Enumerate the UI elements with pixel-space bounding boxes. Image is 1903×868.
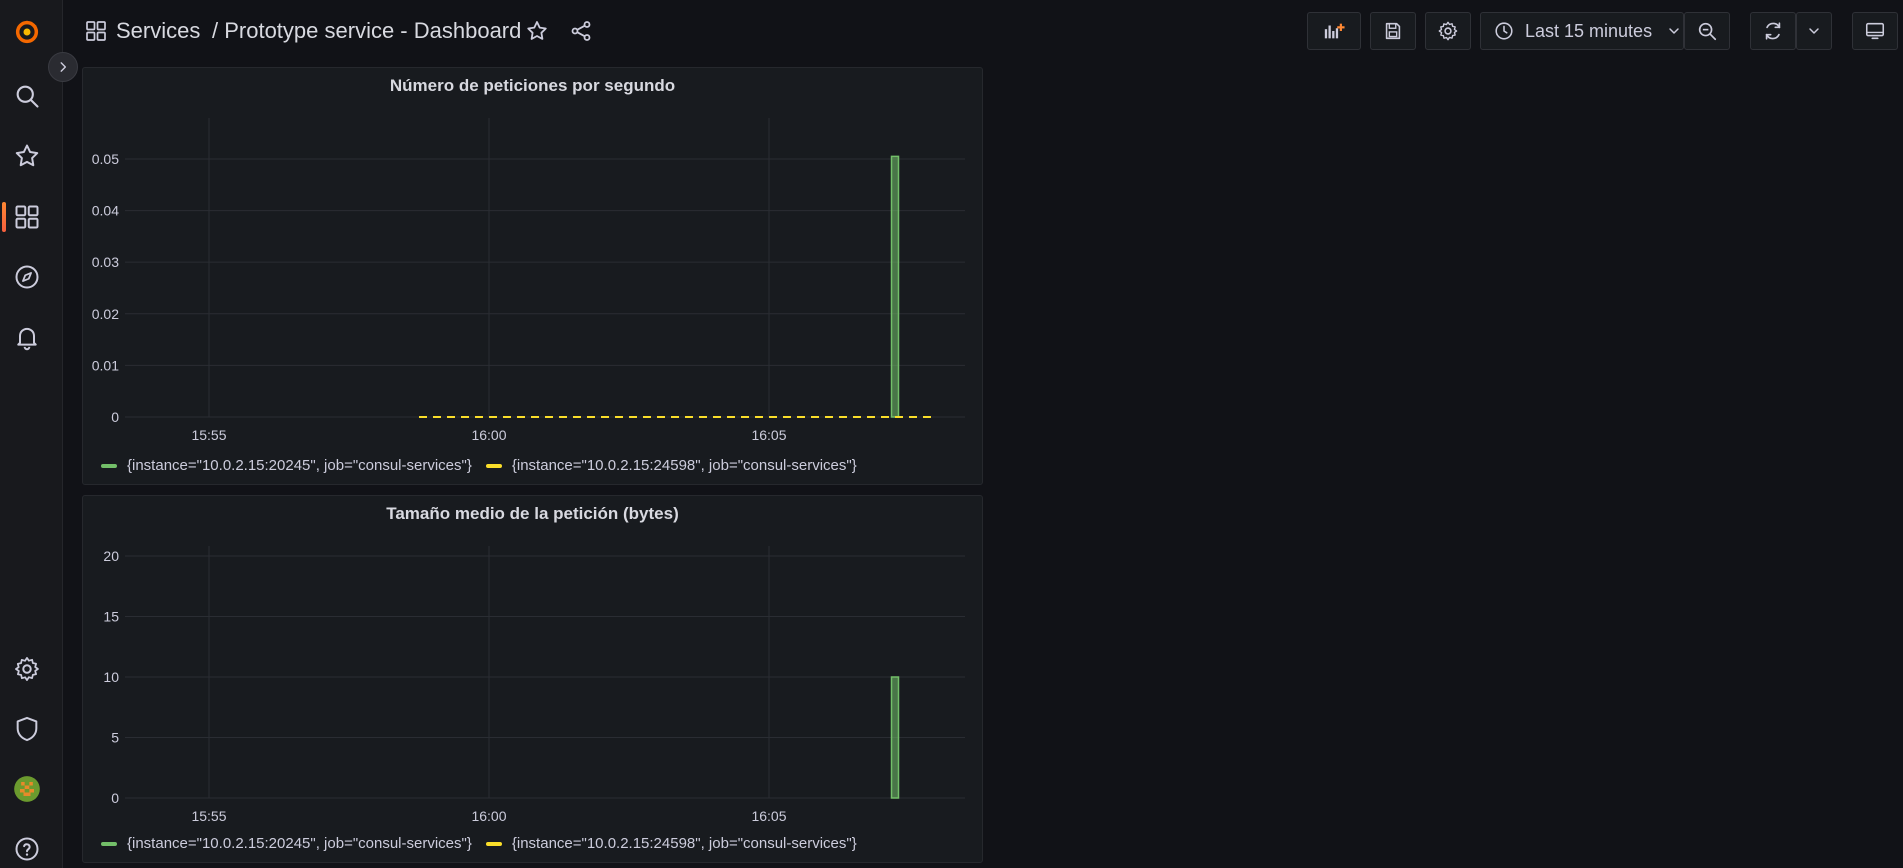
share-icon[interactable]: [569, 19, 593, 43]
panel-average-request-size[interactable]: Tamaño medio de la petición (bytes) 0 5 10…: [82, 495, 983, 863]
refresh-interval-dropdown[interactable]: [1796, 12, 1832, 50]
dashboards-icon: [86, 21, 106, 41]
breadcrumb-folder-link[interactable]: Services: [116, 18, 200, 44]
legend-label: {instance="10.0.2.15:24598", job="consul…: [511, 457, 857, 474]
grafana-logo-icon[interactable]: [13, 18, 41, 46]
time-series-chart[interactable]: 0 5 10 15 20 15:55 16:00 16:05: [83, 496, 982, 862]
top-nav-bar: Services / Prototype service - Dashboard…: [62, 0, 1903, 62]
alerting-icon[interactable]: [13, 323, 41, 351]
time-series-chart[interactable]: 0 0.01 0.02 0.03 0.04 0.05 15:55 16:00 16:05: [83, 68, 982, 484]
search-icon[interactable]: [13, 82, 41, 110]
y-tick-label: 10: [103, 669, 119, 685]
star-icon[interactable]: [525, 19, 549, 43]
x-tick-label: 15:55: [191, 427, 226, 443]
y-tick-label: 0.05: [92, 151, 119, 167]
x-tick-label: 16:00: [471, 427, 506, 443]
save-dashboard-button[interactable]: [1370, 12, 1416, 50]
legend-label: {instance="10.0.2.15:20245", job="consul…: [127, 835, 472, 852]
y-tick-label: 0.03: [92, 254, 119, 270]
chevron-down-icon: [1809, 28, 1819, 34]
bar: [890, 676, 900, 799]
time-range-picker[interactable]: Last 15 minutes: [1480, 12, 1684, 50]
shield-icon[interactable]: [13, 715, 41, 743]
zoom-out-icon: [1698, 22, 1717, 41]
legend-swatch: [485, 463, 502, 468]
dashboards-icon[interactable]: [13, 203, 41, 231]
legend-swatch: [101, 463, 117, 468]
x-tick-label: 16:05: [751, 427, 786, 443]
tv-mode-button[interactable]: [1852, 12, 1898, 50]
x-tick-label: 16:00: [471, 808, 506, 824]
y-tick-label: 0: [111, 409, 119, 425]
help-icon[interactable]: [13, 835, 41, 863]
sidebar: [0, 0, 63, 868]
refresh-button[interactable]: [1750, 12, 1796, 50]
configuration-icon[interactable]: [13, 655, 41, 683]
explore-icon[interactable]: [13, 263, 41, 291]
avatar[interactable]: [13, 775, 41, 803]
add-panel-icon: [1324, 23, 1345, 39]
active-indicator: [2, 202, 6, 232]
bar: [890, 155, 900, 418]
add-panel-button[interactable]: [1307, 12, 1361, 50]
x-tick-label: 15:55: [191, 808, 226, 824]
settings-icon: [1438, 21, 1458, 41]
save-icon: [1385, 22, 1401, 40]
legend-label: {instance="10.0.2.15:20245", job="consul…: [127, 457, 472, 474]
x-tick-label: 16:05: [751, 808, 786, 824]
page-title[interactable]: / Prototype service - Dashboard: [212, 18, 521, 44]
y-tick-label: 0: [111, 790, 119, 806]
legend-swatch: [485, 841, 502, 846]
legend-swatch: [101, 841, 117, 846]
panel-requests-per-second[interactable]: Número de peticiones por segundo 0 0.01 0.…: [82, 67, 983, 485]
y-tick-label: 0.02: [92, 306, 119, 322]
chevron-down-icon: [1669, 28, 1679, 34]
y-tick-label: 5: [111, 730, 119, 746]
legend-item-series-2[interactable]: {instance="10.0.2.15:24598", job="consul…: [485, 835, 857, 852]
y-tick-label: 0.04: [92, 203, 119, 219]
zoom-out-button[interactable]: [1684, 12, 1730, 50]
tv-mode-icon: [1865, 22, 1885, 40]
legend-item-series-1[interactable]: {instance="10.0.2.15:20245", job="consul…: [101, 835, 472, 852]
chart-legend: {instance="10.0.2.15:20245", job="consul…: [101, 835, 857, 852]
star-icon[interactable]: [13, 142, 41, 170]
legend-label: {instance="10.0.2.15:24598", job="consul…: [511, 835, 857, 852]
legend-item-series-1[interactable]: {instance="10.0.2.15:20245", job="consul…: [101, 457, 472, 474]
y-tick-label: 0.01: [92, 357, 119, 373]
refresh-icon: [1765, 22, 1781, 40]
chart-legend: {instance="10.0.2.15:20245", job="consul…: [101, 457, 857, 474]
clock-icon: [1495, 22, 1513, 40]
time-range-label: Last 15 minutes: [1525, 20, 1653, 41]
legend-item-series-2[interactable]: {instance="10.0.2.15:24598", job="consul…: [485, 457, 857, 474]
y-tick-label: 15: [103, 609, 119, 625]
expand-sidebar-button[interactable]: [48, 52, 78, 82]
chevron-right-icon: [60, 62, 67, 72]
y-tick-label: 20: [103, 548, 119, 564]
dashboard-settings-button[interactable]: [1425, 12, 1471, 50]
